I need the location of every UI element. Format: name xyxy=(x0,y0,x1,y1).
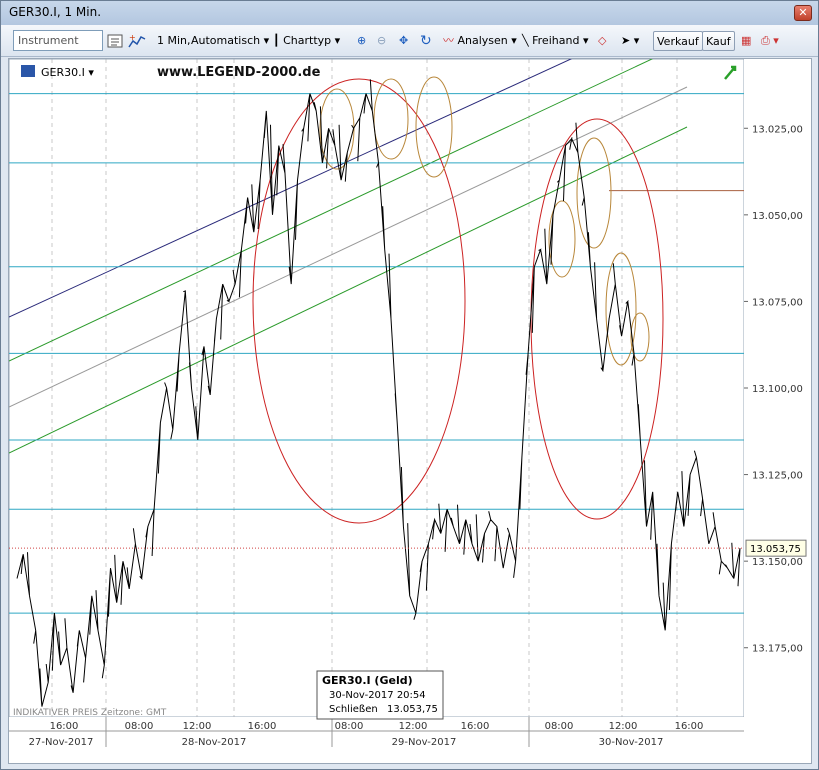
last-price-tag-label: 13.053,75 xyxy=(750,544,801,555)
cfd-badge-icon xyxy=(21,65,35,77)
sell-button[interactable]: Verkauf xyxy=(653,31,703,51)
tooltip-close-label: Schließen xyxy=(329,704,378,715)
chevron-down-icon: ▾ xyxy=(263,34,270,47)
scale-dropdown[interactable]: Automatisch ▾ xyxy=(191,31,269,51)
y-tick-label: 13.100,00 xyxy=(752,384,803,395)
x-date-label: 29-Nov-2017 xyxy=(392,737,457,748)
annotation-ellipse xyxy=(415,76,453,178)
cursor-dropdown[interactable]: ➤ ▾ xyxy=(621,31,639,51)
interval-dropdown[interactable]: 1 Min, xyxy=(157,31,191,51)
chart-area[interactable]: 13.175,00 13.150,00 13.125,00 13.100,00 13.0… xyxy=(8,50,812,764)
y-tick-label: 13.125,00 xyxy=(752,471,803,482)
y-tick-label: 13.150,00 xyxy=(752,557,803,568)
trend-line xyxy=(8,86,688,408)
chevron-down-icon: ▾ xyxy=(334,34,341,47)
eraser-icon[interactable]: ◇ xyxy=(598,31,606,51)
toolbar: Instrument + 1 Min, Automatisch ▾ ┃ Char… xyxy=(1,25,818,57)
x-time-label: 12:00 xyxy=(609,721,638,732)
fit-icon[interactable]: ✥ xyxy=(399,31,408,51)
x-time-label: 16:00 xyxy=(461,721,490,732)
chevron-down-icon: ▾ xyxy=(511,34,517,47)
candle-icon: ┃ xyxy=(273,34,280,47)
trend-line xyxy=(8,52,585,318)
annotation-ellipse xyxy=(576,137,612,249)
freihand-dropdown[interactable]: ╲ Freihand ▾ xyxy=(522,31,588,51)
window-title: GER30.I, 1 Min. xyxy=(9,5,102,19)
chart-window: GER30.I, 1 Min. ✕ Instrument + 1 Min, Au… xyxy=(0,0,819,770)
watermark-text: www.LEGEND-2000.de xyxy=(157,65,321,80)
refresh-icon[interactable]: ↻ xyxy=(420,31,432,51)
instrument-list-icon[interactable] xyxy=(107,31,123,51)
add-instrument-icon[interactable]: + xyxy=(128,31,146,51)
x-time-label: 16:00 xyxy=(675,721,704,732)
annotation-ellipse xyxy=(373,78,409,160)
x-time-label: 12:00 xyxy=(183,721,212,732)
trend-up-icon xyxy=(724,65,737,80)
scale-label: Automatisch xyxy=(191,34,261,47)
trend-line xyxy=(8,126,688,454)
symbol-label: GER30.I ▾ xyxy=(41,66,94,79)
tooltip-close-value: 13.053,75 xyxy=(387,704,438,715)
footer-note: INDIKATIVER PREIS Zeitzone: GMT xyxy=(13,708,167,718)
analysen-label: Analysen xyxy=(457,34,508,47)
plot-frame xyxy=(8,58,745,718)
x-time-label: 08:00 xyxy=(545,721,574,732)
line-tool-icon: ╲ xyxy=(522,34,529,47)
indicator-icon: 〰 xyxy=(443,34,454,47)
x-date-label: 30-Nov-2017 xyxy=(599,737,664,748)
x-time-label: 12:00 xyxy=(399,721,428,732)
print-icon[interactable]: ⎙ ▾ xyxy=(761,31,779,51)
interval-label: 1 Min, xyxy=(157,34,191,47)
x-time-label: 08:00 xyxy=(125,721,154,732)
zoom-in-icon[interactable]: ⊕ xyxy=(357,31,366,51)
y-tick-label: 13.075,00 xyxy=(752,297,803,308)
zoom-out-icon[interactable]: ⊖ xyxy=(377,31,386,51)
annotation-ellipse xyxy=(548,200,576,278)
analysen-dropdown[interactable]: 〰 Analysen ▾ xyxy=(443,31,517,51)
svg-text:+: + xyxy=(129,33,136,42)
close-button[interactable]: ✕ xyxy=(794,5,812,21)
y-tick-label: 13.050,00 xyxy=(752,211,803,222)
charttype-label: Charttyp xyxy=(283,34,332,47)
cursor-icon: ➤ xyxy=(621,34,631,47)
chart-settings-icon[interactable]: ▦ xyxy=(741,31,751,51)
y-tick-label: 13.175,00 xyxy=(752,644,803,655)
y-tick-label: 13.025,00 xyxy=(752,124,803,135)
price-chart[interactable]: 13.175,00 13.150,00 13.125,00 13.100,00 13.0… xyxy=(8,50,811,763)
x-time-label: 16:00 xyxy=(248,721,277,732)
tooltip-datetime: 30-Nov-2017 20:54 xyxy=(329,690,426,701)
instrument-input[interactable]: Instrument xyxy=(13,30,103,51)
x-date-label: 28-Nov-2017 xyxy=(182,737,247,748)
price-series-line xyxy=(16,79,741,707)
chevron-down-icon: ▾ xyxy=(633,34,640,47)
title-bar[interactable]: GER30.I, 1 Min. ✕ xyxy=(1,1,818,25)
buy-button[interactable]: Kauf xyxy=(702,31,735,51)
chevron-down-icon: ▾ xyxy=(582,34,589,47)
tooltip-title: GER30.I (Geld) xyxy=(322,674,413,687)
freihand-label: Freihand xyxy=(532,34,580,47)
x-time-label: 08:00 xyxy=(335,721,364,732)
x-date-label: 27-Nov-2017 xyxy=(29,737,94,748)
charttype-dropdown[interactable]: ┃ Charttyp ▾ xyxy=(273,31,340,51)
x-time-label: 16:00 xyxy=(50,721,79,732)
